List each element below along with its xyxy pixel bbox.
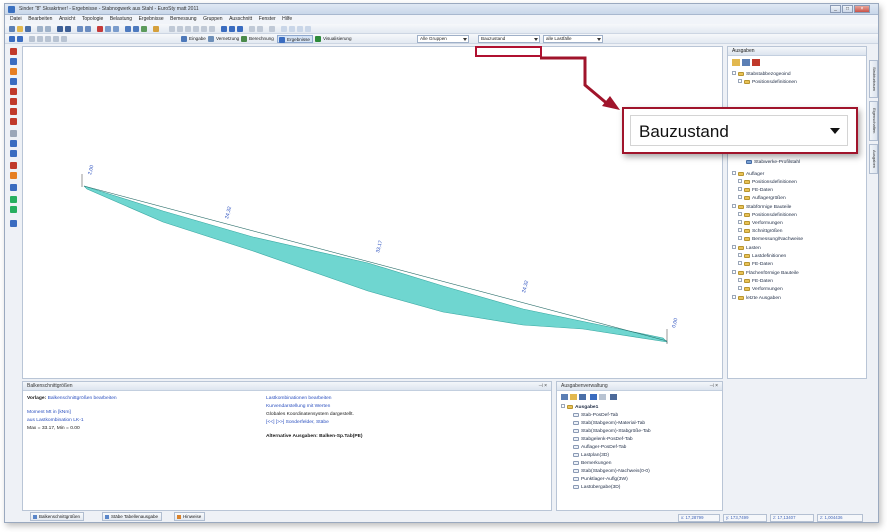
arrow-line [540,56,611,108]
chevron-down-icon [830,128,840,134]
callout-dropdown-value: Bauzustand [639,122,729,141]
callout-arrow-graphic [540,56,620,110]
callout-dropdown[interactable]: Bauzustand [630,115,848,146]
zoom-callout: Bauzustand [622,107,858,154]
arrow-head [602,96,620,110]
